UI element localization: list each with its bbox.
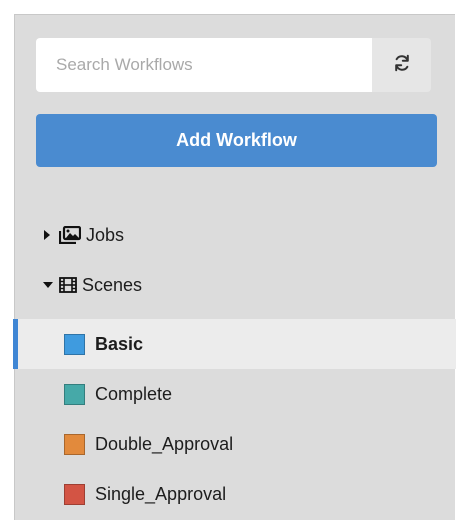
tree-item-scenes-label: Scenes (82, 274, 143, 295)
refresh-icon (392, 53, 412, 78)
workflow-label: Basic (95, 333, 144, 354)
workflow-item-basic[interactable]: Basic (13, 319, 456, 369)
caret-right-icon[interactable] (43, 227, 59, 243)
add-workflow-button[interactable]: Add Workflow (36, 114, 437, 167)
search-input[interactable] (36, 38, 372, 92)
workflow-label: Double_Approval (95, 433, 234, 454)
refresh-button[interactable] (372, 38, 431, 92)
color-swatch (64, 384, 85, 405)
tree-item-scenes[interactable]: Scenes (43, 273, 142, 297)
tree-item-jobs-label: Jobs (86, 224, 125, 245)
color-swatch (64, 434, 85, 455)
caret-down-icon[interactable] (43, 277, 59, 293)
tree-item-jobs[interactable]: Jobs (43, 223, 124, 247)
selection-indicator (13, 319, 18, 369)
workflow-label: Complete (95, 383, 173, 404)
color-swatch (64, 484, 85, 505)
images-icon (59, 226, 81, 244)
search-row (36, 38, 431, 92)
workflow-item-complete[interactable]: Complete (15, 369, 456, 419)
film-icon (59, 277, 77, 293)
workflow-panel: Add Workflow Jobs (13, 14, 456, 520)
add-workflow-label: Add Workflow (176, 130, 297, 150)
color-swatch (64, 334, 85, 355)
workflow-label: Single_Approval (95, 483, 227, 504)
workflow-item-double-approval[interactable]: Double_Approval (15, 419, 456, 469)
workflow-item-single-approval[interactable]: Single_Approval (15, 469, 456, 519)
